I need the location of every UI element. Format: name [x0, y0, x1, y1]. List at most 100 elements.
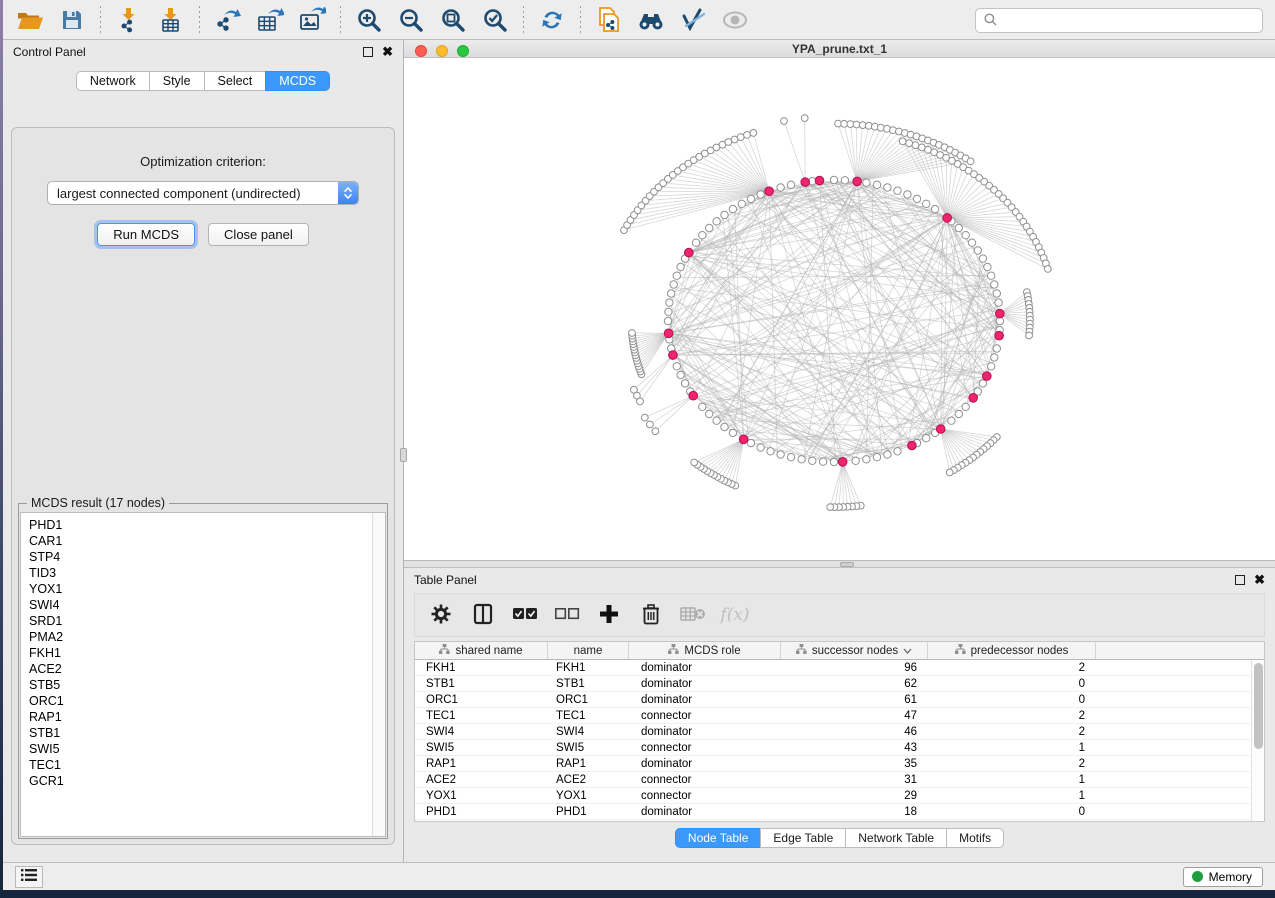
table-cell[interactable]: connector [629, 788, 781, 803]
find-button[interactable] [630, 3, 672, 37]
close-panel-button[interactable]: Close panel [208, 223, 309, 246]
table-row[interactable]: SWI4SWI4dominator462 [415, 724, 1251, 740]
mcds-result-item[interactable]: CAR1 [29, 533, 385, 549]
mcds-result-item[interactable]: STB5 [29, 677, 385, 693]
table-cell[interactable]: 0 [928, 692, 1096, 707]
table-row[interactable]: PHD1PHD1dominator180 [415, 804, 1251, 820]
table-cell[interactable]: ORC1 [548, 692, 629, 707]
table-cell[interactable]: 1 [928, 772, 1096, 787]
table-cell[interactable]: 2 [928, 756, 1096, 771]
mcds-result-item[interactable]: STP4 [29, 549, 385, 565]
table-cell[interactable]: dominator [629, 724, 781, 739]
table-cell[interactable]: PHD1 [415, 804, 548, 819]
table-cell[interactable]: connector [629, 740, 781, 755]
table-cell[interactable]: ACE2 [415, 772, 548, 787]
table-cell[interactable]: 2 [928, 708, 1096, 723]
mcds-result-item[interactable]: FKH1 [29, 645, 385, 661]
export-image-button[interactable] [291, 3, 333, 37]
column-header-shared-name[interactable]: shared name [415, 642, 548, 659]
table-cell[interactable]: SWI5 [548, 740, 629, 755]
import-network-button[interactable] [108, 3, 150, 37]
tab-mcds[interactable]: MCDS [265, 71, 330, 91]
select-all-checks-button[interactable] [511, 600, 539, 630]
tab-motifs[interactable]: Motifs [946, 828, 1004, 848]
table-row[interactable]: STB1STB1dominator620 [415, 676, 1251, 692]
table-cell[interactable]: 18 [781, 804, 928, 819]
table-scrollbar[interactable] [1251, 660, 1264, 821]
mcds-result-item[interactable]: SWI4 [29, 597, 385, 613]
mcds-result-item[interactable]: PHD1 [29, 517, 385, 533]
mcds-result-item[interactable]: ACE2 [29, 661, 385, 677]
table-cell[interactable]: connector [629, 708, 781, 723]
divider-grip[interactable] [840, 562, 854, 567]
close-window-icon[interactable] [415, 45, 427, 57]
table-cell[interactable]: RAP1 [548, 756, 629, 771]
table-cell[interactable]: ORC1 [415, 692, 548, 707]
task-history-button[interactable] [15, 866, 43, 888]
table-cell[interactable]: 31 [781, 772, 928, 787]
mcds-result-item[interactable]: STB1 [29, 725, 385, 741]
table-cell[interactable]: dominator [629, 804, 781, 819]
table-cell[interactable]: 29 [781, 788, 928, 803]
export-table-button[interactable] [249, 3, 291, 37]
show-graphics-details-button[interactable] [672, 3, 714, 37]
show-columns-button[interactable] [469, 600, 497, 630]
column-header-MCDS-role[interactable]: MCDS role [629, 642, 781, 659]
memory-button[interactable]: Memory [1183, 867, 1263, 887]
table-scrollbar-thumb[interactable] [1254, 663, 1263, 749]
mcds-result-item[interactable]: ORC1 [29, 693, 385, 709]
table-cell[interactable]: 2 [928, 724, 1096, 739]
minimize-window-icon[interactable] [436, 45, 448, 57]
table-cell[interactable]: dominator [629, 756, 781, 771]
tab-select[interactable]: Select [204, 71, 267, 91]
import-table-button[interactable] [150, 3, 192, 37]
table-cell[interactable]: dominator [629, 660, 781, 675]
mcds-result-item[interactable]: GCR1 [29, 773, 385, 789]
table-row[interactable]: SWI5SWI5connector431 [415, 740, 1251, 756]
mcds-result-item[interactable]: PMA2 [29, 629, 385, 645]
table-settings-button[interactable] [427, 600, 455, 630]
save-session-button[interactable] [51, 3, 93, 37]
column-header-predecessor-nodes[interactable]: predecessor nodes [928, 642, 1096, 659]
table-cell[interactable]: dominator [629, 676, 781, 691]
delete-columns-button[interactable] [637, 600, 665, 630]
table-cell[interactable]: 96 [781, 660, 928, 675]
zoom-in-button[interactable] [348, 3, 390, 37]
table-cell[interactable]: 1 [928, 788, 1096, 803]
table-cell[interactable]: 35 [781, 756, 928, 771]
table-cell[interactable]: 2 [928, 660, 1096, 675]
mcds-result-item[interactable]: SRD1 [29, 613, 385, 629]
table-cell[interactable]: YOX1 [415, 788, 548, 803]
table-cell[interactable]: 62 [781, 676, 928, 691]
clear-all-checks-button[interactable] [553, 600, 581, 630]
tab-network-table[interactable]: Network Table [845, 828, 947, 848]
criterion-select[interactable]: largest connected component (undirected) [47, 181, 359, 205]
table-cell[interactable]: STB1 [415, 676, 548, 691]
open-file-button[interactable] [9, 3, 51, 37]
zoom-out-button[interactable] [390, 3, 432, 37]
tab-network[interactable]: Network [76, 71, 150, 91]
table-row[interactable]: ACE2ACE2connector311 [415, 772, 1251, 788]
table-cell[interactable]: RAP1 [415, 756, 548, 771]
table-cell[interactable]: 46 [781, 724, 928, 739]
search-input[interactable] [1003, 14, 1254, 28]
table-cell[interactable]: TEC1 [548, 708, 629, 723]
column-header-successor-nodes[interactable]: successor nodes [781, 642, 928, 659]
table-cell[interactable]: 1 [928, 740, 1096, 755]
close-table-panel-icon[interactable]: ✖ [1254, 575, 1265, 585]
table-cell[interactable]: 43 [781, 740, 928, 755]
close-panel-icon[interactable]: ✖ [382, 47, 393, 57]
tab-style[interactable]: Style [149, 71, 205, 91]
zoom-selected-button[interactable] [474, 3, 516, 37]
table-cell[interactable]: SWI4 [548, 724, 629, 739]
float-panel-icon[interactable] [363, 47, 373, 57]
mcds-result-item[interactable]: RAP1 [29, 709, 385, 725]
zoom-fit-button[interactable] [432, 3, 474, 37]
new-network-from-selection-button[interactable] [588, 3, 630, 37]
mcds-result-item[interactable]: TEC1 [29, 757, 385, 773]
table-cell[interactable]: FKH1 [548, 660, 629, 675]
horizontal-divider[interactable] [404, 561, 1275, 568]
result-scrollbar[interactable] [372, 513, 385, 836]
table-cell[interactable]: dominator [629, 692, 781, 707]
table-cell[interactable]: SWI4 [415, 724, 548, 739]
